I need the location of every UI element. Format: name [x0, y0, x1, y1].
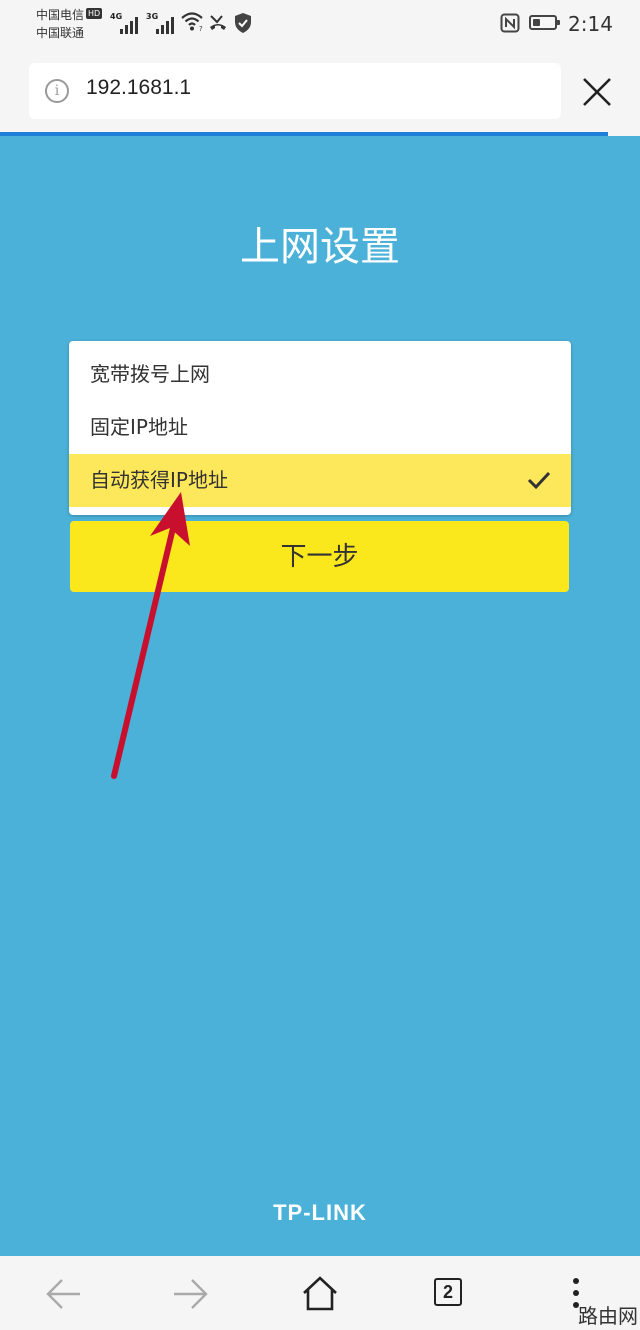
router-setup-page: 上网设置 宽带拨号上网 固定IP地址 自动获得IP地址 下一步 TP-LINK — [0, 136, 640, 1256]
forward-arrow-icon[interactable] — [158, 1256, 222, 1330]
battery-icon — [529, 15, 560, 30]
browser-toolbar: i 192.1681.1 — [0, 48, 640, 132]
svg-text:?: ? — [199, 25, 203, 32]
shield-icon — [235, 13, 251, 33]
nfc-icon — [500, 13, 520, 33]
status-bar: 中国电信 HD 中国联通 4G 3G ? 2:14 — [0, 0, 640, 48]
page-title: 上网设置 — [240, 224, 400, 270]
option-label: 自动获得IP地址 — [90, 468, 228, 492]
option-label: 宽带拨号上网 — [90, 362, 210, 386]
checkmark-icon — [527, 471, 551, 490]
signal-bars-1-icon — [120, 16, 140, 34]
watermark: 路由网 — [578, 1304, 638, 1328]
clock: 2:14 — [568, 12, 613, 36]
option-dynamic-ip[interactable]: 自动获得IP地址 — [69, 454, 571, 507]
option-static-ip[interactable]: 固定IP地址 — [69, 401, 571, 454]
carrier-info: 中国电信 HD 中国联通 — [36, 6, 103, 42]
address-bar[interactable]: i 192.1681.1 — [29, 63, 561, 119]
brand-logo: TP-LINK — [273, 1200, 367, 1225]
wifi-icon: ? — [181, 12, 203, 32]
url-text[interactable]: 192.1681.1 — [86, 76, 191, 100]
info-icon[interactable]: i — [45, 79, 69, 103]
tabs-button[interactable]: 2 — [420, 1256, 484, 1330]
browser-nav-bar: 2 — [0, 1256, 640, 1330]
back-arrow-icon[interactable] — [32, 1256, 96, 1330]
signal-bars-2-icon — [156, 16, 176, 34]
next-step-button[interactable]: 下一步 — [70, 521, 569, 592]
hd-badge: HD — [86, 8, 103, 19]
carrier-1: 中国电信 — [36, 8, 85, 22]
connection-type-dropdown[interactable]: 宽带拨号上网 固定IP地址 自动获得IP地址 — [69, 341, 571, 515]
option-label: 固定IP地址 — [90, 415, 188, 439]
missed-call-icon — [210, 15, 226, 30]
close-icon[interactable] — [579, 74, 615, 110]
option-pppoe[interactable]: 宽带拨号上网 — [69, 348, 571, 401]
annotation-arrow-icon — [111, 492, 190, 779]
tab-count: 2 — [434, 1278, 462, 1306]
carrier-2: 中国联通 — [36, 26, 85, 40]
home-icon[interactable] — [288, 1256, 352, 1330]
